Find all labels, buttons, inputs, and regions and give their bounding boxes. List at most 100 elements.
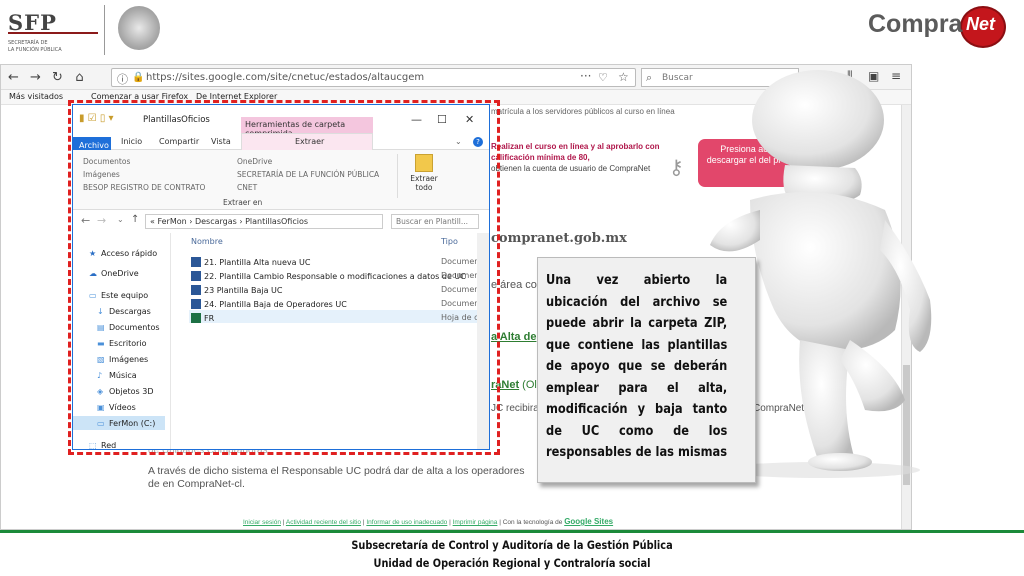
footer-link-iniciar[interactable]: Iniciar sesión	[243, 519, 281, 526]
excel-icon	[191, 313, 201, 323]
footer-link-imprimir[interactable]: Imprimir página	[453, 519, 498, 526]
zip-folder-icon	[415, 154, 433, 172]
footer-link-informar[interactable]: Informar de uso inadecuado	[366, 519, 447, 526]
address-bar[interactable]: « FerMon › Descargas › PlantillasOficios	[145, 214, 383, 229]
explorer-scrollbar[interactable]	[477, 233, 489, 449]
column-header: Nombre Tipo	[191, 237, 489, 251]
folder-icon: ▮ ☑ ▯ ▾	[79, 113, 114, 124]
course-text: Realizan el curso en línea y al aprobarl…	[491, 141, 691, 174]
maximize-icon[interactable]: ☐	[437, 113, 447, 126]
tab-inicio[interactable]: Inicio	[121, 137, 142, 146]
mexico-shield-icon	[118, 6, 160, 50]
bookmark-mas-visitados[interactable]: Más visitados	[9, 92, 63, 101]
ribbon-documentos[interactable]: Documentos	[83, 157, 130, 166]
domain-heading: compranet.gob.mx	[491, 231, 627, 246]
course-text-3: obtienen la cuenta de usuario de CompraN…	[491, 164, 651, 173]
file-row[interactable]: 21. Plantilla Alta nueva UC Documento d	[191, 257, 489, 270]
course-text-2: calificación mínima de 80,	[491, 153, 590, 162]
page-top-clip: matrícula a los servidores públicos al c…	[491, 107, 675, 116]
word-doc-icon	[191, 257, 201, 267]
close-icon[interactable]: ✕	[465, 113, 474, 126]
ribbon-collapse-icon[interactable]: ⌄	[455, 137, 462, 146]
file-row[interactable]: FR Hoja de cálcu	[191, 313, 489, 326]
info-icon[interactable]: ⓘ	[117, 71, 128, 87]
file-row[interactable]: 24. Plantilla Baja de Operadores UC Docum…	[191, 299, 489, 312]
nav-red[interactable]: ⬚ Red	[89, 441, 116, 449]
compranet-link-tail: (Ol	[519, 379, 537, 391]
site-footer-links: Iniciar sesión | Actividad reciente del …	[243, 517, 614, 526]
url-text: https://sites.google.com/site/cnetuc/est…	[146, 72, 425, 83]
home-icon[interactable]: ⌂	[71, 69, 88, 86]
reload-icon[interactable]: ↻	[49, 69, 66, 86]
nav-videos[interactable]: ▣ Vídeos	[97, 403, 136, 412]
sfp-subtitle-2: LA FUNCIÓN PÚBLICA	[8, 47, 62, 53]
ribbon-cnet[interactable]: CNET	[237, 183, 257, 192]
word-doc-icon	[191, 285, 201, 295]
header-divider	[104, 5, 105, 55]
explorer-search[interactable]: Buscar en Plantill...	[391, 214, 479, 229]
footer-line-2: Unidad de Operación Regional y Contralor…	[373, 556, 651, 570]
extraer-todo-label: Extraer todo	[410, 174, 438, 192]
compranet-word: Compra	[868, 10, 963, 38]
ribbon-separator	[397, 154, 398, 198]
nav-acceso-rapido[interactable]: ★ Acceso rápido	[89, 249, 157, 258]
ribbon-tabs: Archivo Inicio Compartir Vista Extraer ⌄…	[73, 133, 489, 154]
nav-imagenes[interactable]: ▧ Imágenes	[97, 355, 148, 364]
course-text-1: Realizan el curso en línea y al aprobarl…	[491, 142, 660, 151]
pocket-icon[interactable]: ♡	[598, 71, 608, 84]
bookmark-star-icon[interactable]: ☆	[618, 70, 629, 84]
col-tipo[interactable]: Tipo	[441, 237, 458, 246]
navigation-pane: ★ Acceso rápido ☁ OneDrive ▭ Este equipo ↓ D…	[73, 233, 171, 449]
nav-fermon-c[interactable]: ▭ FerMon (C:)	[97, 419, 155, 428]
sfp-logo-bar	[8, 32, 98, 34]
up-icon[interactable]: ↑	[131, 214, 139, 225]
slide: SFP SECRETARÍA DE LA FUNCIÓN PÚBLICA Com…	[0, 0, 1024, 576]
context-tab-header: Herramientas de carpeta comprimida	[241, 117, 373, 138]
nav-musica[interactable]: ♪ Música	[97, 371, 137, 380]
paragraph-text: A través de dicho sistema el Responsable…	[148, 465, 525, 490]
ribbon-imagenes[interactable]: Imágenes	[83, 170, 120, 179]
tab-extraer[interactable]: Extraer	[295, 137, 324, 146]
explorer-back-icon[interactable]: ←	[81, 214, 90, 227]
callout-box: Una vez abierto la ubicación del archivo…	[537, 257, 756, 483]
ribbon-sfp[interactable]: SECRETARÍA DE LA FUNCIÓN PÚBLICA	[237, 170, 379, 179]
ribbon-onedrive[interactable]: OneDrive	[237, 157, 272, 166]
nav-descargas[interactable]: ↓ Descargas	[97, 307, 151, 316]
recent-dropdown-icon[interactable]: ⌄	[117, 215, 124, 224]
footer-tech: Con la tecnología de	[502, 519, 563, 526]
footer-green-line	[0, 530, 1024, 533]
footer-line-1: Subsecretaría de Control y Auditoría de …	[351, 538, 673, 552]
explorer-forward-icon[interactable]: →	[97, 214, 106, 227]
compranet-logo: Compra Net	[868, 6, 1016, 52]
sfp-logo: SFP SECRETARÍA DE LA FUNCIÓN PÚBLICA	[8, 10, 103, 55]
nav-objetos-3d[interactable]: ◈ Objetos 3D	[97, 387, 154, 396]
compranet-net: Net	[966, 14, 996, 34]
footer-link-actividad[interactable]: Actividad reciente del sitio	[286, 519, 361, 526]
tab-vista[interactable]: Vista	[211, 137, 231, 146]
nav-documentos[interactable]: ▤ Documentos	[97, 323, 160, 332]
nav-escritorio[interactable]: ▬ Escritorio	[97, 339, 147, 348]
url-bar[interactable]: ⓘ 🔒 https://sites.google.com/site/cnetuc…	[111, 68, 636, 87]
sfp-subtitle-1: SECRETARÍA DE	[8, 40, 48, 46]
file-explorer-window: ▮ ☑ ▯ ▾ PlantillasOficios — ☐ ✕ Herramie…	[72, 104, 490, 450]
file-row[interactable]: 22. Plantilla Cambio Responsable o modif…	[191, 271, 489, 284]
file-row[interactable]: 23 Plantilla Baja UC Documento d	[191, 285, 489, 298]
ribbon-besop[interactable]: BESOP REGISTRO DE CONTRATO	[83, 183, 205, 192]
minimize-icon[interactable]: —	[411, 113, 422, 126]
page-actions-icon[interactable]: ···	[580, 69, 591, 83]
back-icon[interactable]: ←	[5, 69, 22, 86]
explorer-title: PlantillasOficios	[143, 115, 210, 125]
help-icon[interactable]: ?	[473, 137, 483, 147]
callout-text: Una vez abierto la ubicación del archivo…	[546, 273, 728, 460]
ribbon-group-label: Extraer en	[223, 198, 263, 207]
forward-icon[interactable]: →	[27, 69, 44, 86]
footer-google-sites[interactable]: Google Sites	[564, 517, 613, 526]
nav-onedrive[interactable]: ☁ OneDrive	[89, 269, 139, 278]
search-placeholder: Buscar	[662, 73, 693, 83]
file-list: Nombre Tipo 21. Plantilla Alta nueva UC D…	[173, 233, 489, 449]
word-doc-icon	[191, 299, 201, 309]
extraer-todo-button[interactable]: Extraer todo	[409, 154, 439, 202]
tab-compartir[interactable]: Compartir	[159, 137, 199, 146]
nav-este-equipo[interactable]: ▭ Este equipo	[89, 291, 148, 300]
col-nombre[interactable]: Nombre	[191, 237, 223, 246]
